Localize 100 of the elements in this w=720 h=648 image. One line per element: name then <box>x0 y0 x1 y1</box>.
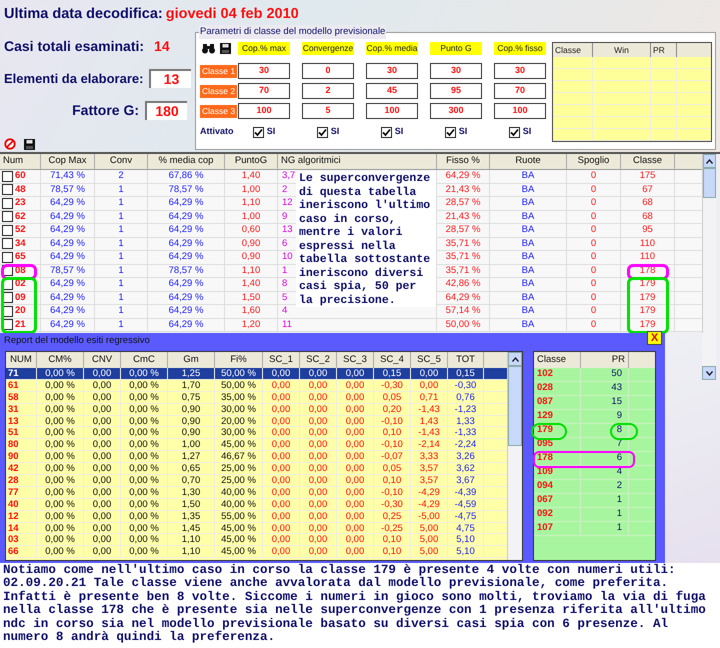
column-header[interactable]: Num <box>0 154 41 169</box>
table-cell: 0,15 <box>448 368 484 379</box>
column-header[interactable]: NG algoritmici <box>278 154 437 169</box>
checkbox[interactable] <box>2 184 13 196</box>
table-cell: -1,43 <box>411 404 448 415</box>
report-row[interactable]: 51 0,00 % 0,00 0,00 % 0,90 30,00 % 0,00 0,00 0,00 0,10 -1,43 -1,33 <box>6 427 508 440</box>
report-row[interactable]: 71 0,00 % 0,00 0,00 % 1,25 50,00 % 0,00 0,00 0,00 0,15 0,00 0,15 <box>6 368 508 380</box>
column-header[interactable]: Spoglio <box>567 154 621 169</box>
column-header[interactable]: Ruote <box>490 154 567 169</box>
scroll-up-button[interactable] <box>703 154 716 168</box>
column-header[interactable]: Classe <box>621 154 675 169</box>
parameter-field[interactable]: 30 <box>494 63 546 79</box>
checkbox[interactable] <box>2 198 13 209</box>
column-header[interactable]: Cop Max <box>41 154 95 169</box>
report-row[interactable]: 90 0,00 % 0,00 0,00 % 1,27 46,67 % 0,00 0,00 0,00 -0,07 3,33 3,26 <box>6 451 508 464</box>
report-row[interactable]: 40 0,00 % 0,00 0,00 % 1,50 40,00 % 0,00 0,00 0,00 -0,30 -4,29 -4,59 <box>6 498 508 511</box>
table-cell: 31 <box>6 404 37 415</box>
table-cell: 0,00 <box>84 475 121 486</box>
parameter-field[interactable]: 30 <box>430 63 482 79</box>
table-cell: 03 <box>6 534 37 546</box>
parameter-field[interactable]: 100 <box>366 103 418 119</box>
table-cell: 0,00 <box>263 475 300 486</box>
column-header[interactable]: PuntoG <box>225 154 278 169</box>
parameter-field[interactable]: 30 <box>238 63 290 79</box>
column-header[interactable]: Classe <box>534 352 581 368</box>
report-row[interactable]: 66 0,00 % 0,00 0,00 % 1,10 45,00 % 0,00 0,00 0,00 0,10 5,00 5,10 <box>6 546 508 558</box>
checkbox[interactable] <box>2 170 13 182</box>
table-cell: 65 <box>15 250 26 264</box>
close-button[interactable]: X <box>647 331 662 345</box>
table-cell: 1,00 <box>168 439 215 450</box>
column-header[interactable]: Fisso % <box>437 154 490 169</box>
stop-icon[interactable] <box>4 138 16 150</box>
report-row[interactable]: 13 0,00 % 0,00 0,00 % 0,90 20,00 % 0,00 0,00 0,00 -0,10 1,43 1,33 <box>6 416 508 428</box>
column-header[interactable]: PR <box>581 352 629 368</box>
binoculars-icon[interactable] <box>202 43 215 54</box>
parameter-field[interactable]: 2 <box>302 83 354 99</box>
parameter-field[interactable]: 100 <box>494 103 546 119</box>
table-cell: 0,00 % <box>121 510 168 522</box>
grid-column-header: PR <box>651 43 677 57</box>
table-cell: 13 <box>6 416 37 426</box>
scroll-down-button[interactable] <box>702 366 716 380</box>
column-header[interactable]: Conv <box>95 154 148 169</box>
report-row[interactable]: 28 0,00 % 0,00 0,00 % 0,70 25,00 % 0,00 0,00 0,00 0,10 3,57 3,67 <box>6 475 508 487</box>
parameter-field[interactable]: 0 <box>302 63 354 79</box>
table-cell: 129 <box>534 410 581 423</box>
table-cell: -2,24 <box>448 439 484 450</box>
checkbox[interactable] <box>2 238 13 250</box>
table-cell: 1 <box>95 238 148 250</box>
table-cell: 64,29 % <box>41 238 95 250</box>
save-icon[interactable] <box>220 43 231 54</box>
save-icon[interactable] <box>24 138 35 150</box>
class-label: Classe 2 <box>200 84 238 98</box>
table-cell: 0,00 <box>300 475 337 486</box>
table-cell: 1 <box>95 197 148 210</box>
table-cell: 71,43 % <box>41 170 95 182</box>
scroll-up-button[interactable] <box>508 352 522 366</box>
parameter-column-header: Convergenze <box>302 42 354 55</box>
table-cell: 5,10 <box>448 534 484 546</box>
parameter-field[interactable]: 95 <box>430 83 482 99</box>
column-header[interactable]: % media cop <box>148 154 225 169</box>
report-row[interactable]: 03 0,00 % 0,00 0,00 % 1,10 45,00 % 0,00 0,00 0,00 0,10 5,00 5,10 <box>6 534 508 546</box>
parameter-field[interactable]: 300 <box>430 103 482 119</box>
report-row[interactable]: 61 0,00 % 0,00 0,00 % 1,70 50,00 % 0,00 0,00 0,00 -0,30 0,00 -0,30 <box>6 380 508 392</box>
parameter-field[interactable]: 45 <box>366 83 418 99</box>
scroll-thumb[interactable] <box>508 366 522 446</box>
table-cell: 094 <box>534 480 581 493</box>
factor-g-label: Fattore G: <box>72 101 139 120</box>
table-cell: 40 <box>6 498 37 510</box>
report-row[interactable]: 42 0,00 % 0,00 0,00 % 0,65 25,00 % 0,00 0,00 0,00 0,05 3,57 3,62 <box>6 463 508 476</box>
checkbox[interactable] <box>2 224 13 236</box>
report-row[interactable]: 12 0,00 % 0,00 0,00 % 1,35 55,00 % 0,00 0,00 0,00 0,25 -5,00 -4,75 <box>6 510 508 523</box>
checkbox-label: SI <box>458 125 468 138</box>
table-cell: 0 <box>567 170 621 182</box>
parameter-field[interactable]: 70 <box>238 83 290 99</box>
report-row[interactable]: 58 0,00 % 0,00 0,00 % 0,75 35,00 % 0,00 0,00 0,00 0,05 0,71 0,76 <box>6 392 508 404</box>
report-row[interactable]: 77 0,00 % 0,00 0,00 % 1,30 40,00 % 0,00 0,00 0,00 -0,10 -4,29 -4,39 <box>6 486 508 499</box>
report-row[interactable]: 31 0,00 % 0,00 0,00 % 0,90 30,00 % 0,00 0,00 0,00 0,20 -1,43 -1,23 <box>6 404 508 416</box>
table-cell: 0,00 <box>337 463 374 474</box>
report-row[interactable]: 14 0,00 % 0,00 0,00 % 1,45 45,00 % 0,00 0,00 0,00 -0,25 5,00 4,75 <box>6 522 508 534</box>
checkbox[interactable] <box>2 211 13 222</box>
table-cell: 0,00 <box>300 427 337 438</box>
table-cell: 1,70 <box>168 380 215 391</box>
parameter-field[interactable]: 100 <box>238 103 290 119</box>
checkbox[interactable] <box>2 252 13 263</box>
parameter-field[interactable]: 70 <box>494 83 546 99</box>
table-cell: 0 <box>567 197 621 210</box>
table-cell: 0,90 <box>225 238 278 250</box>
table-cell: 1,40 <box>225 170 278 182</box>
table-cell: 40,00 % <box>215 486 263 498</box>
parameter-field[interactable]: 30 <box>366 63 418 79</box>
table-cell: 1,30 <box>168 486 215 498</box>
table-cell: -4,29 <box>411 498 448 510</box>
table-cell: 28,57 % <box>437 197 490 210</box>
table-cell: 0,60 <box>225 224 278 236</box>
scroll-thumb[interactable] <box>703 168 716 198</box>
factor-g-field[interactable]: 180 <box>145 101 187 120</box>
elements-field[interactable]: 13 <box>149 69 192 88</box>
table-cell: 0,25 <box>374 510 411 522</box>
report-row[interactable]: 80 0,00 % 0,00 0,00 % 1,00 45,00 % 0,00 0,00 0,00 -0,10 -2,14 -2,24 <box>6 439 508 452</box>
parameter-field[interactable]: 5 <box>302 103 354 119</box>
